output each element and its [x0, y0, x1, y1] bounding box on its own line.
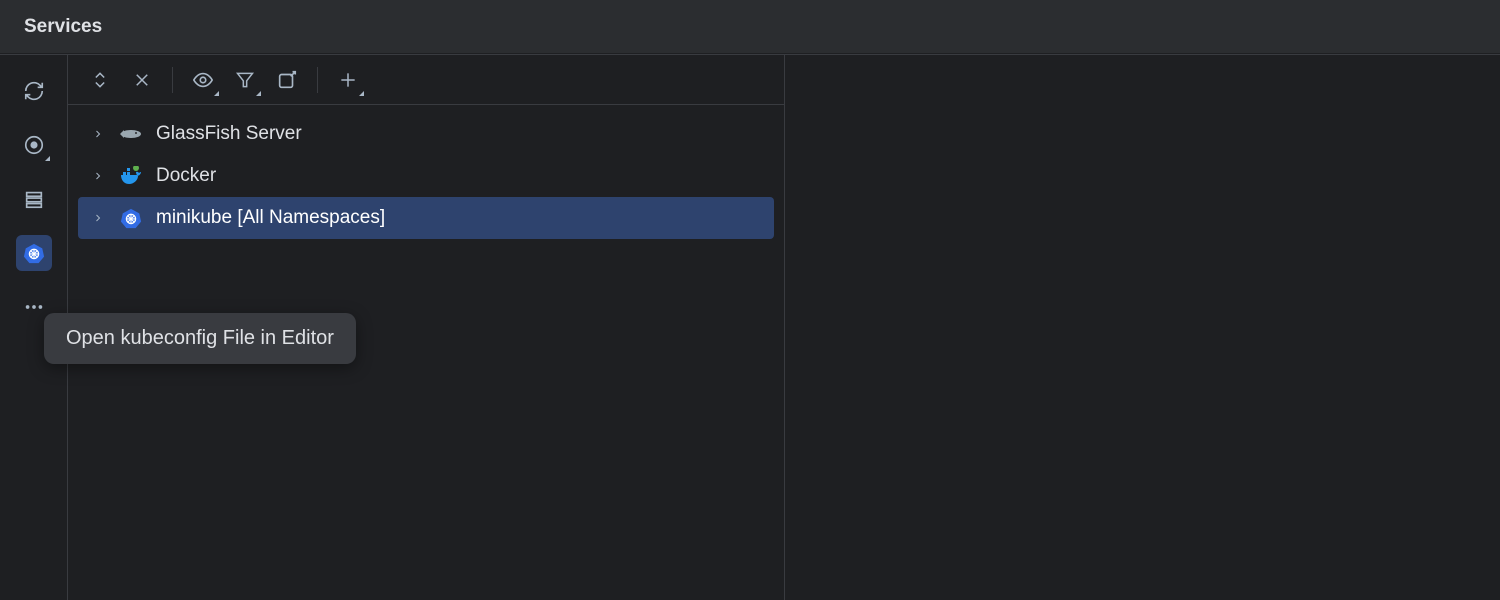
- chevron-right-icon: [90, 212, 106, 224]
- services-tree: GlassFish Server Docker minikube [All: [68, 105, 784, 247]
- add-icon: [338, 70, 358, 90]
- services-panel: GlassFish Server Docker minikube [All: [68, 55, 785, 600]
- expand-collapse-icon: [90, 70, 110, 90]
- toolbar-separator: [317, 67, 318, 93]
- corner-indicator: [359, 91, 364, 96]
- tree-node-glassfish[interactable]: GlassFish Server: [78, 113, 774, 155]
- expand-collapse-button[interactable]: [82, 62, 118, 98]
- main-area: GlassFish Server Docker minikube [All: [0, 54, 1500, 600]
- glassfish-icon: [118, 121, 144, 147]
- panel-header: Services: [0, 0, 1500, 54]
- eye-icon: [192, 69, 214, 91]
- database-icon: [23, 188, 45, 210]
- panel-title: Services: [24, 16, 102, 38]
- chevron-right-icon: [90, 128, 106, 140]
- target-button[interactable]: [16, 127, 52, 163]
- close-icon: [133, 71, 151, 89]
- corner-indicator: [214, 91, 219, 96]
- open-new-window-icon: [276, 69, 298, 91]
- chevron-right-icon: [90, 170, 106, 182]
- toolbar-separator: [172, 67, 173, 93]
- kubernetes-icon: [23, 242, 45, 264]
- tree-node-docker[interactable]: Docker: [78, 155, 774, 197]
- tree-node-label: GlassFish Server: [156, 123, 302, 145]
- tree-node-label: minikube [All Namespaces]: [156, 207, 385, 229]
- target-icon: [23, 134, 45, 156]
- more-icon: [23, 296, 45, 318]
- context-menu-item[interactable]: Open kubeconfig File in Editor: [44, 313, 356, 364]
- sync-button[interactable]: [16, 73, 52, 109]
- filter-icon: [235, 70, 255, 90]
- show-button[interactable]: [185, 62, 221, 98]
- context-menu-label: Open kubeconfig File in Editor: [66, 327, 334, 349]
- kubernetes-node-icon: [118, 205, 144, 231]
- sync-icon: [23, 80, 45, 102]
- empty-detail-area: [785, 55, 1500, 600]
- open-new-window-button[interactable]: [269, 62, 305, 98]
- database-button[interactable]: [16, 181, 52, 217]
- corner-indicator: [256, 91, 261, 96]
- services-toolbar: [68, 55, 784, 105]
- docker-icon: [118, 163, 144, 189]
- kubernetes-button[interactable]: [16, 235, 52, 271]
- corner-indicator: [45, 156, 50, 161]
- add-button[interactable]: [330, 62, 366, 98]
- tree-node-minikube[interactable]: minikube [All Namespaces]: [78, 197, 774, 239]
- tree-node-label: Docker: [156, 165, 216, 187]
- filter-button[interactable]: [227, 62, 263, 98]
- close-button[interactable]: [124, 62, 160, 98]
